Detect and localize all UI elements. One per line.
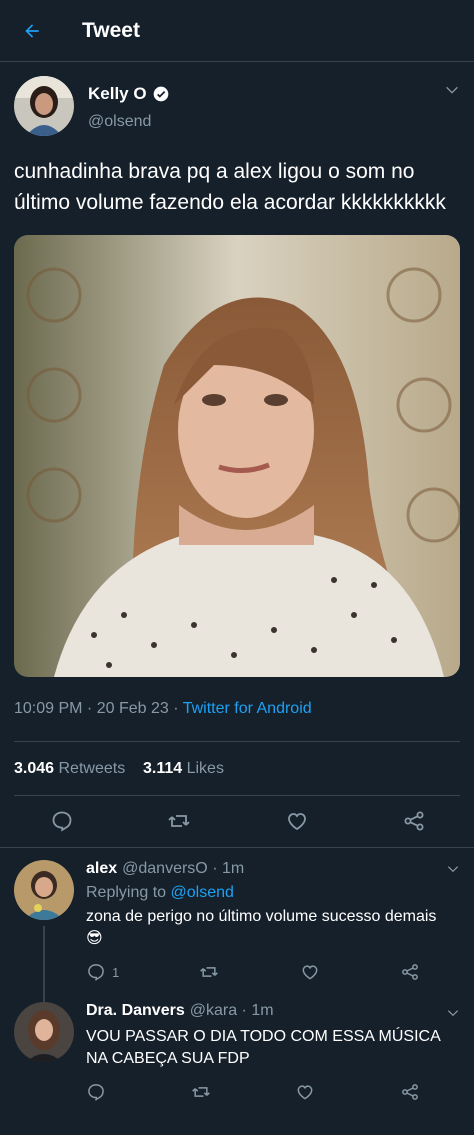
retweets-count: 3.046 xyxy=(14,760,55,777)
tweet-meta: 10:09 PM · 20 Feb 23 · Twitter for Andro… xyxy=(14,700,312,717)
retweets-label: Retweets xyxy=(58,760,126,777)
tweet-text: cunhadinha brava pq a alex ligou o som n… xyxy=(14,160,446,214)
reply-icon[interactable] xyxy=(50,809,74,833)
share-icon[interactable] xyxy=(402,809,426,833)
likes-label: Likes xyxy=(186,760,224,777)
main-tweet: Kelly O @olsend cunhadinha brava pq a al… xyxy=(0,62,474,847)
reply-reply-action[interactable]: 1 xyxy=(86,962,119,982)
tweet-actions xyxy=(14,796,460,847)
chevron-down-icon[interactable] xyxy=(446,1006,460,1020)
sunglasses-emoji-icon: 😎 xyxy=(86,930,103,947)
reply-author-name[interactable]: alex xyxy=(86,860,117,878)
likes-count: 3.114 xyxy=(142,760,183,777)
reply-icon[interactable] xyxy=(86,1082,106,1102)
reply-avatar[interactable] xyxy=(14,860,74,920)
reply-text-body: zona de perigo no último volume sucesso … xyxy=(86,908,437,925)
tweet-date: 20 Feb 23 xyxy=(96,700,169,717)
author-name[interactable]: Kelly O xyxy=(88,84,147,104)
back-arrow-icon[interactable] xyxy=(22,21,42,41)
replying-to: Replying to @olsend xyxy=(86,884,460,902)
reply-item[interactable]: Dra. Danvers @kara · 1m VOU PASSAR O DIA… xyxy=(0,992,474,1112)
reply-time: 1m xyxy=(221,860,245,877)
retweet-icon[interactable] xyxy=(167,809,191,833)
reply-author-handle[interactable]: @kara xyxy=(190,1002,237,1020)
like-icon[interactable] xyxy=(285,809,309,833)
verified-badge-icon xyxy=(153,86,168,102)
page-title: Tweet xyxy=(82,18,140,42)
reply-header: alex @danversO · 1m xyxy=(86,860,245,878)
reply-count: 1 xyxy=(112,964,120,980)
author-avatar[interactable] xyxy=(14,76,74,136)
author-name-row[interactable]: Kelly O xyxy=(88,84,169,104)
share-icon[interactable] xyxy=(400,1082,420,1102)
author-row: Kelly O @olsend xyxy=(14,62,460,136)
reply-text: VOU PASSAR O DIA TODO COM ESSA MÚSICA NA… xyxy=(86,1028,440,1067)
like-icon[interactable] xyxy=(295,1082,315,1102)
chevron-down-icon[interactable] xyxy=(444,82,460,98)
reply-avatar[interactable] xyxy=(14,1002,74,1062)
chevron-down-icon[interactable] xyxy=(446,862,460,876)
share-icon[interactable] xyxy=(400,962,420,982)
reply-time: 1m xyxy=(251,1002,274,1019)
reply-icon[interactable] xyxy=(86,962,106,982)
top-bar: Tweet xyxy=(0,0,474,62)
reply-author-name[interactable]: Dra. Danvers xyxy=(86,1002,185,1020)
reply-header: Dra. Danvers @kara · 1m xyxy=(86,1002,274,1020)
reply-actions xyxy=(86,1070,460,1112)
retweet-icon[interactable] xyxy=(191,1082,211,1102)
retweet-icon[interactable] xyxy=(199,962,219,982)
reply-author-handle[interactable]: @danversO xyxy=(122,860,208,878)
tweet-stats: 3.046 Retweets 3.114 Likes xyxy=(14,742,460,795)
author-handle[interactable]: @olsend xyxy=(88,113,169,131)
like-icon[interactable] xyxy=(300,962,320,982)
tweet-source[interactable]: Twitter for Android xyxy=(183,700,312,717)
reply-actions: 1 xyxy=(86,950,460,992)
tweet-time: 10:09 PM xyxy=(14,700,83,717)
replying-mention[interactable]: @olsend xyxy=(171,884,234,901)
retweets-stat[interactable]: 3.046 Retweets xyxy=(14,760,125,777)
likes-stat[interactable]: 3.114 Likes xyxy=(143,760,224,777)
tweet-photo[interactable] xyxy=(14,235,460,677)
reply-text: zona de perigo no último volume sucesso … xyxy=(86,906,460,950)
reply-item[interactable]: alex @danversO · 1m Replying to @olsend … xyxy=(0,848,474,1021)
replying-label: Replying to xyxy=(86,884,167,901)
